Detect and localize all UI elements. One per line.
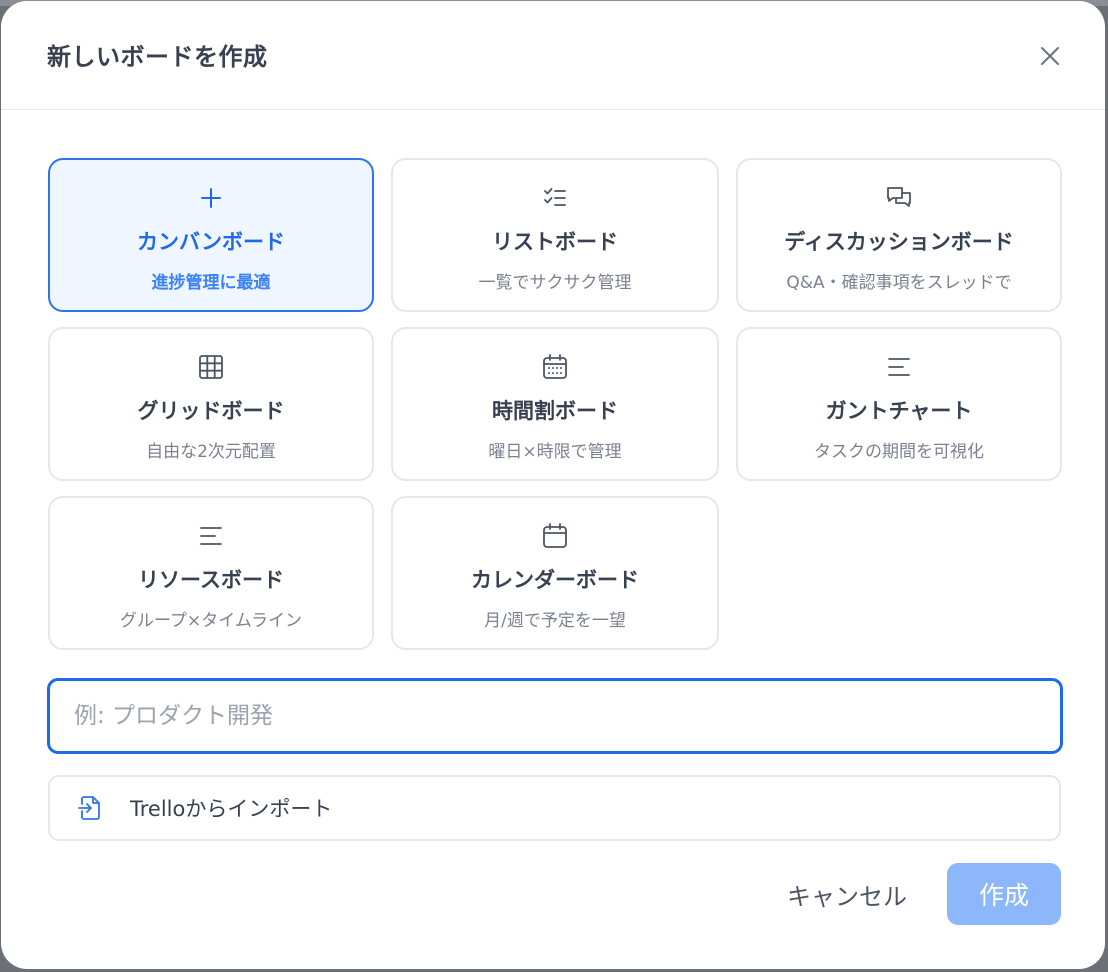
board-type-grid: カンバンボード 進捗管理に最適 リストボード 一覧でサクサク管理 ディスカッショ…	[48, 158, 1062, 650]
board-type-gantt[interactable]: ガントチャート タスクの期間を可視化	[736, 327, 1062, 481]
file-import-icon	[76, 794, 104, 822]
board-type-kanban[interactable]: カンバンボード 進捗管理に最適	[48, 158, 374, 312]
board-type-calendar[interactable]: カレンダーボード 月/週で予定を一望	[391, 496, 719, 650]
checklist-icon	[541, 184, 569, 212]
chat-bubbles-icon	[885, 184, 913, 212]
create-button[interactable]: 作成	[947, 863, 1061, 925]
board-type-subtitle: グループ×タイムライン	[119, 611, 303, 631]
board-type-title: カンバンボード	[136, 230, 286, 254]
cancel-button[interactable]: キャンセル	[777, 867, 917, 921]
board-type-title: グリッドボード	[137, 399, 285, 423]
board-type-subtitle: タスクの期間を可視化	[814, 442, 984, 462]
board-type-subtitle: 一覧でサクサク管理	[478, 273, 632, 293]
board-type-grid-board[interactable]: グリッドボード 自由な2次元配置	[48, 327, 374, 481]
board-type-subtitle: 月/週で予定を一望	[484, 611, 626, 631]
board-type-discussion[interactable]: ディスカッションボード Q&A・確認事項をスレッドで	[736, 158, 1062, 312]
board-type-subtitle: 進捗管理に最適	[151, 273, 271, 293]
board-name-input[interactable]	[47, 678, 1063, 754]
board-type-title: カレンダーボード	[471, 568, 639, 592]
dialog-header: 新しいボードを作成	[1, 1, 1105, 110]
resource-lines-icon	[197, 522, 225, 550]
board-type-subtitle: 曜日×時限で管理	[488, 442, 622, 462]
calendar-grid-icon	[541, 353, 569, 381]
board-type-title: ディスカッションボード	[784, 230, 1014, 254]
board-type-title: リストボード	[492, 230, 618, 254]
board-type-resource[interactable]: リソースボード グループ×タイムライン	[48, 496, 374, 650]
board-type-list[interactable]: リストボード 一覧でサクサク管理	[391, 158, 719, 312]
trello-import-label: Trelloからインポート	[130, 797, 333, 821]
board-type-subtitle: 自由な2次元配置	[146, 442, 276, 462]
board-type-title: 時間割ボード	[492, 399, 618, 423]
create-board-dialog: 新しいボードを作成 カンバンボード 進捗管理に最適 リストボード 一覧でサクサク…	[1, 1, 1105, 969]
board-type-title: リソースボード	[138, 568, 284, 592]
board-type-subtitle: Q&A・確認事項をスレッドで	[786, 273, 1012, 293]
close-button[interactable]	[1033, 39, 1067, 73]
grid-icon	[197, 353, 225, 381]
gantt-lines-icon	[885, 353, 913, 381]
board-type-title: ガントチャート	[825, 399, 973, 423]
calendar-icon	[541, 522, 569, 550]
close-icon	[1041, 47, 1059, 65]
dialog-title: 新しいボードを作成	[47, 43, 268, 71]
trello-import-button[interactable]: Trelloからインポート	[48, 775, 1061, 841]
board-type-timetable[interactable]: 時間割ボード 曜日×時限で管理	[391, 327, 719, 481]
plus-icon	[197, 184, 225, 212]
